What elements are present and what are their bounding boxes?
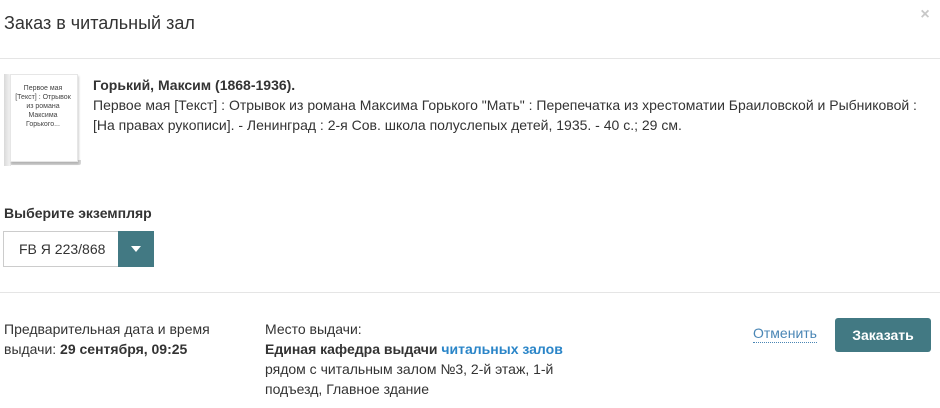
order-button[interactable]: Заказать: [835, 318, 931, 352]
copy-select[interactable]: FB Я 223/868: [3, 231, 154, 267]
dialog-header: Заказ в читальный зал ×: [0, 0, 940, 59]
issue-date-value: 29 сентября, 09:25: [60, 341, 188, 357]
book-description: Первое мая [Текст] : Отрывок из романа М…: [93, 97, 917, 133]
pickup-place-address: рядом с читальным залом №3, 2-й этаж, 1-…: [265, 361, 554, 397]
cancel-button[interactable]: Отменить: [753, 325, 817, 343]
book-cover-image: Первое мая [Текст] : Отрывок из романа М…: [4, 74, 81, 166]
book-author: Горький, Максим (1868-1936).: [93, 77, 296, 93]
book-record: Горький, Максим (1868-1936). Первое мая …: [93, 75, 933, 135]
chevron-down-icon: [131, 246, 141, 252]
cover-text: Первое мая [Текст] : Отрывок из романа М…: [15, 85, 71, 128]
pickup-place: Место выдачи: Единая кафедра выдачи чита…: [265, 319, 585, 399]
pickup-place-name: Единая кафедра выдачи: [265, 341, 438, 357]
pickup-place-label: Место выдачи:: [265, 321, 362, 337]
copy-select-label: Выберите экземпляр: [4, 205, 152, 221]
dialog-title: Заказ в читальный зал: [4, 13, 195, 33]
close-icon[interactable]: ×: [916, 6, 934, 24]
copy-select-toggle[interactable]: [118, 231, 154, 267]
issue-date: Предварительная дата и время выдачи: 29 …: [4, 319, 244, 359]
pickup-place-link[interactable]: читальных залов: [441, 341, 562, 357]
copy-select-value: FB Я 223/868: [19, 241, 106, 257]
footer-divider: [0, 292, 940, 293]
